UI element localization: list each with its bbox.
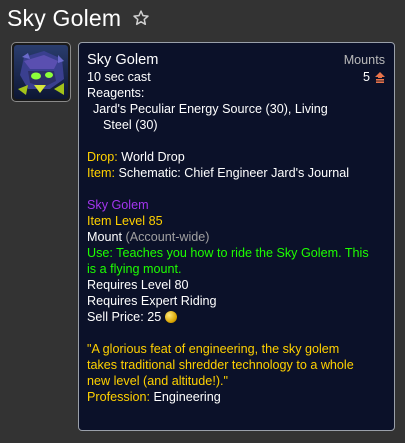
tooltip-mount-row: Mount (Account-wide) [87,229,386,245]
tooltip-drop-value: World Drop [121,150,185,164]
page-header: Sky Golem [7,3,151,33]
tooltip-use-line2: is a flying mount. [87,262,182,276]
tooltip-source-item-row: Item: Schematic: Chief Engineer Jard's J… [87,165,386,181]
star-outline-icon[interactable] [131,8,151,28]
tooltip-cast-row: 10 sec cast 5 [87,69,386,85]
page-title: Sky Golem [7,4,122,31]
tooltip-reagents-line2: Steel (30) [103,118,158,132]
tooltip-drop-label: Drop: [87,150,118,164]
tooltip-profession-label: Profession: [87,390,150,404]
tooltip-item-label: Item: [87,166,115,180]
tooltip-drop-row: Drop: World Drop [87,149,386,165]
tooltip-cast-time: 10 sec cast [87,70,151,84]
item-tooltip: Sky Golem Mounts 10 sec cast 5 Reagents:… [78,42,395,431]
tooltip-item-name-epic: Sky Golem [87,198,149,212]
sky-golem-item-icon[interactable] [11,42,71,102]
tooltip-requires-riding: Requires Expert Riding [87,294,217,308]
tooltip-use-line1: Use: Teaches you how to ride the Sky Gol… [87,246,369,260]
tooltip-reagents-label: Reagents: [87,86,145,100]
tooltip-count: 5 [363,69,385,85]
tooltip-profession-row: Profession: Engineering [87,389,386,405]
tooltip-source-item-link[interactable]: Schematic: Chief Engineer Jard's Journal [119,166,350,180]
tooltip-sell-price-row: Sell Price: 25 [87,309,386,325]
tooltip-requires-level: Requires Level 80 [87,278,189,292]
tooltip-flavor-line1: "A glorious feat of engineering, the sky… [87,342,340,356]
tooltip-flavor-line3: new level (and altitude!)." [87,374,228,388]
tooltip-header-row: Sky Golem Mounts [87,51,386,69]
tooltip-mount-scope: (Account-wide) [125,230,210,244]
tooltip-reagents-line1: Jard's Peculiar Energy Source (30), Livi… [93,102,328,116]
tooltip-sell-price-value: 25 [147,310,162,324]
tooltip-item-type: Mounts [343,53,385,67]
gold-coin-icon [165,311,178,323]
tooltip-count-value: 5 [362,70,370,84]
tooltip-item-level: Item Level 85 [87,214,163,228]
tooltip-sell-price-label: Sell Price: [87,310,144,324]
mount-count-icon [375,71,385,83]
tooltip-profession-value: Engineering [153,390,221,404]
tooltip-flavor-line2: takes traditional shredder technology to… [87,358,354,372]
tooltip-mount-label: Mount [87,230,123,244]
tooltip-item-name: Sky Golem [87,52,159,68]
